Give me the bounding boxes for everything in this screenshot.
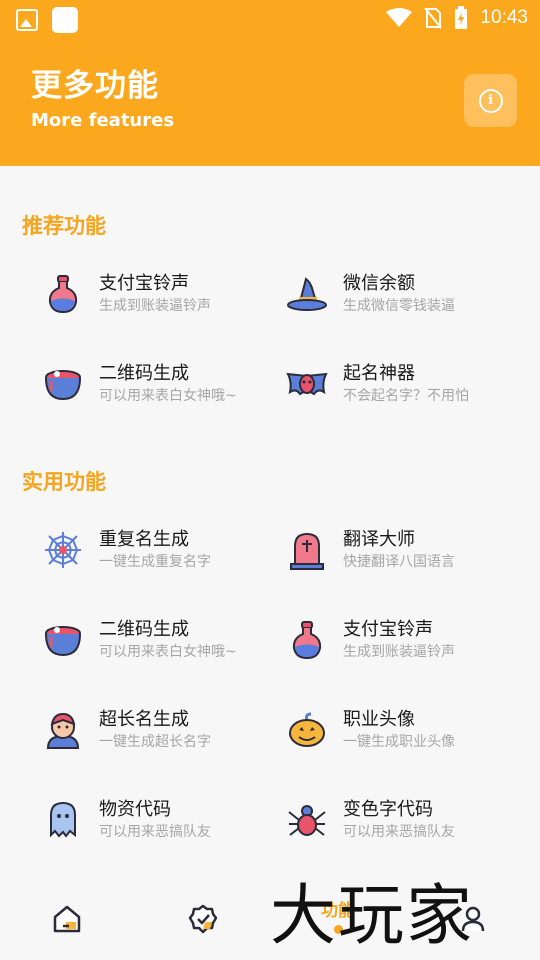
- feature-title: 翻译大师: [343, 528, 415, 550]
- feature-item-alipay-ringtone-2[interactable]: 支付宝铃声 生成到账装逼铃声: [286, 612, 536, 668]
- feature-item-qrcode[interactable]: 二维码生成 可以用来表白女神哦~: [42, 356, 292, 412]
- wifi-icon: [386, 8, 413, 27]
- feature-title: 支付宝铃声: [99, 272, 189, 294]
- info-button[interactable]: i: [464, 74, 517, 127]
- battery-charging-icon: [455, 6, 468, 29]
- feature-desc: 不会起名字？不用怕: [343, 387, 469, 404]
- feature-title: 职业头像: [343, 708, 415, 730]
- spiderweb-icon: [42, 529, 84, 571]
- no-sim-icon: [424, 7, 443, 29]
- potion-icon: [42, 273, 84, 315]
- spider-icon: [286, 799, 328, 841]
- feature-title: 微信余额: [343, 272, 415, 294]
- feature-title: 物资代码: [99, 798, 171, 820]
- feature-item-supply-code[interactable]: 物资代码 可以用来恶搞队友: [42, 792, 292, 848]
- section-title-recommended: 推荐功能: [22, 214, 106, 238]
- pumpkin-icon: [286, 709, 328, 751]
- feature-title: 超长名生成: [99, 708, 189, 730]
- header-banner: 10:43 更多功能 More features i: [0, 0, 540, 166]
- feature-item-translator[interactable]: 翻译大师 快捷翻译八国语言: [286, 522, 536, 578]
- verified-badge-icon: [188, 904, 218, 934]
- home-icon: [53, 905, 81, 933]
- page-subtitle: More features: [31, 110, 175, 131]
- feature-desc: 快捷翻译八国语言: [343, 553, 455, 570]
- tab-verified[interactable]: [163, 876, 243, 960]
- feature-item-name-generator[interactable]: 起名神器 不会起名字？不用怕: [286, 356, 536, 412]
- status-time: 10:43: [480, 7, 528, 28]
- feature-title: 变色字代码: [343, 798, 433, 820]
- ghost-icon: [42, 799, 84, 841]
- feature-title: 重复名生成: [99, 528, 189, 550]
- feature-title: 二维码生成: [99, 362, 189, 384]
- page-title: 更多功能: [31, 68, 159, 104]
- feature-item-job-avatar[interactable]: 职业头像 一键生成职业头像: [286, 702, 536, 758]
- section-title-practical: 实用功能: [22, 470, 106, 494]
- potion-icon: [286, 619, 328, 661]
- image-icon: [16, 9, 38, 31]
- feature-desc: 一键生成超长名字: [99, 733, 211, 750]
- cauldron-icon: [42, 619, 84, 661]
- feature-item-alipay-ringtone[interactable]: 支付宝铃声 生成到账装逼铃声: [42, 266, 292, 322]
- feature-item-repeat-name[interactable]: 重复名生成 一键生成重复名字: [42, 522, 292, 578]
- feature-desc: 可以用来恶搞队友: [343, 823, 455, 840]
- bat-icon: [286, 363, 328, 405]
- feature-item-qrcode-2[interactable]: 二维码生成 可以用来表白女神哦~: [42, 612, 292, 668]
- feature-desc: 一键生成职业头像: [343, 733, 455, 750]
- feature-desc: 可以用来表白女神哦~: [99, 643, 237, 660]
- feature-title: 支付宝铃声: [343, 618, 433, 640]
- feature-desc: 可以用来恶搞队友: [99, 823, 211, 840]
- app-square-icon: [52, 7, 78, 33]
- witch-hat-icon: [286, 273, 328, 315]
- cauldron-icon: [42, 363, 84, 405]
- vampire-icon: [42, 709, 84, 751]
- status-bar: 10:43: [0, 0, 540, 38]
- feature-desc: 生成到账装逼铃声: [343, 643, 455, 660]
- feature-desc: 生成到账装逼铃声: [99, 297, 211, 314]
- feature-item-long-name[interactable]: 超长名生成 一键生成超长名字: [42, 702, 292, 758]
- feature-desc: 一键生成重复名字: [99, 553, 211, 570]
- feature-item-wechat-balance[interactable]: 微信余额 生成微信零钱装逼: [286, 266, 536, 322]
- tombstone-icon: [286, 529, 328, 571]
- info-icon: i: [478, 88, 503, 113]
- feature-desc: 生成微信零钱装逼: [343, 297, 455, 314]
- feature-item-color-text-code[interactable]: 变色字代码 可以用来恶搞队友: [286, 792, 536, 848]
- watermark: 大玩家: [270, 877, 474, 954]
- tab-home[interactable]: [27, 876, 107, 960]
- feature-title: 起名神器: [343, 362, 415, 384]
- feature-desc: 可以用来表白女神哦~: [99, 387, 237, 404]
- feature-title: 二维码生成: [99, 618, 189, 640]
